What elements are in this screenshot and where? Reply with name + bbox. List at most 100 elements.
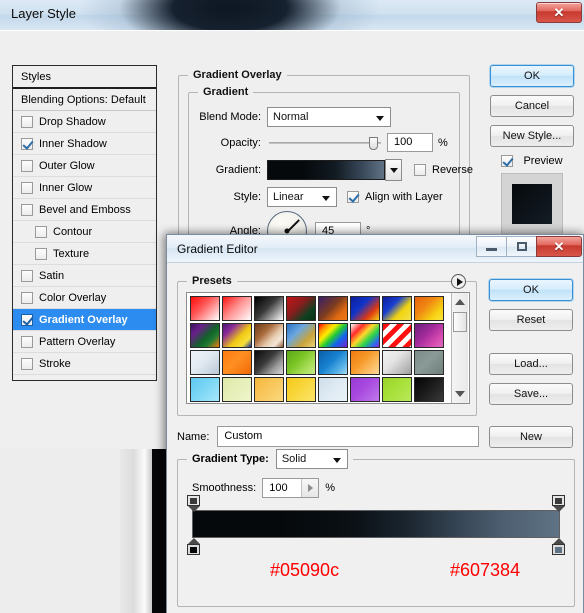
style-row-inner-glow[interactable]: Inner Glow [13, 177, 156, 199]
ok-button[interactable]: OK [490, 65, 574, 87]
preset-swatch[interactable] [318, 377, 348, 402]
style-row-color-overlay[interactable]: Color Overlay [13, 287, 156, 309]
style-select[interactable]: Linear [267, 187, 337, 207]
style-checkbox[interactable] [21, 181, 33, 194]
layer-style-close-button[interactable]: ✕ [536, 2, 582, 23]
preset-swatch[interactable] [222, 323, 252, 348]
gradient-editor-close-button[interactable]: ✕ [536, 236, 582, 257]
style-row-label: Inner Shadow [39, 137, 107, 150]
preset-swatch[interactable] [318, 323, 348, 348]
style-row-stroke[interactable]: Stroke [13, 353, 156, 375]
gradient-editor-load-button[interactable]: Load... [489, 353, 573, 375]
minimize-button[interactable] [476, 236, 506, 257]
scroll-up-icon[interactable] [452, 295, 468, 309]
preset-swatch[interactable] [222, 377, 252, 402]
gradient-bar[interactable] [187, 495, 565, 555]
style-row-outer-glow[interactable]: Outer Glow [13, 155, 156, 177]
style-checkbox[interactable] [21, 203, 33, 216]
style-row-bevel-and-emboss[interactable]: Bevel and Emboss [13, 199, 156, 221]
gradient-editor-titlebar[interactable]: Gradient Editor ✕ [167, 235, 583, 263]
opacity-stop-right[interactable] [552, 495, 565, 512]
preset-swatch[interactable] [254, 350, 284, 375]
gradient-picker-button[interactable] [385, 159, 402, 181]
blend-mode-select[interactable]: Normal [267, 107, 391, 127]
smoothness-value[interactable]: 100 [263, 482, 301, 494]
blending-options-row[interactable]: Blending Options: Default [13, 89, 156, 111]
preview-checkbox[interactable] [501, 155, 514, 167]
opacity-input[interactable]: 100 [387, 133, 433, 152]
preset-swatch[interactable] [286, 350, 316, 375]
opacity-slider[interactable] [269, 136, 381, 150]
presets-scrollbar[interactable] [451, 293, 468, 403]
preset-swatch[interactable] [414, 377, 444, 402]
style-checkbox[interactable] [21, 313, 33, 326]
style-checkbox[interactable] [21, 137, 33, 150]
scroll-down-icon[interactable] [452, 387, 468, 401]
style-checkbox[interactable] [21, 291, 33, 304]
style-row-texture[interactable]: Texture [13, 243, 156, 265]
gradient-editor-reset-button[interactable]: Reset [489, 309, 573, 331]
preset-swatch[interactable] [382, 350, 412, 375]
style-checkbox[interactable] [21, 335, 33, 348]
presets-list[interactable] [186, 292, 470, 404]
opacity-slider-thumb[interactable] [369, 136, 378, 150]
preset-swatch[interactable] [350, 296, 380, 321]
preset-swatch[interactable] [414, 296, 444, 321]
gradient-editor-ok-button[interactable]: OK [489, 279, 573, 301]
preset-swatch[interactable] [286, 377, 316, 402]
style-row-contour[interactable]: Contour [13, 221, 156, 243]
preset-swatch[interactable] [254, 296, 284, 321]
preset-swatch[interactable] [382, 377, 412, 402]
style-row-label: Pattern Overlay [39, 335, 116, 348]
preset-swatch[interactable] [350, 323, 380, 348]
preset-swatch[interactable] [350, 350, 380, 375]
style-checkbox[interactable] [21, 269, 33, 282]
cancel-button[interactable]: Cancel [490, 95, 574, 117]
style-row-inner-shadow[interactable]: Inner Shadow [13, 133, 156, 155]
style-checkbox[interactable] [21, 357, 33, 370]
preset-swatch[interactable] [286, 296, 316, 321]
style-checkbox[interactable] [35, 225, 47, 238]
preset-swatch[interactable] [190, 323, 220, 348]
preset-swatch[interactable] [254, 323, 284, 348]
preset-swatch[interactable] [414, 323, 444, 348]
style-row-drop-shadow[interactable]: Drop Shadow [13, 111, 156, 133]
gradient-editor-save-button[interactable]: Save... [489, 383, 573, 405]
presets-menu-icon[interactable] [451, 274, 466, 289]
new-style-button[interactable]: New Style... [490, 125, 574, 147]
preset-swatch[interactable] [190, 377, 220, 402]
preset-swatch[interactable] [254, 377, 284, 402]
smoothness-spinbox[interactable]: 100 [262, 478, 320, 498]
align-with-layer-checkbox[interactable] [347, 191, 359, 203]
style-row-pattern-overlay[interactable]: Pattern Overlay [13, 331, 156, 353]
opacity-stop-left[interactable] [187, 495, 200, 512]
preset-swatch[interactable] [350, 377, 380, 402]
color-stop-left[interactable] [187, 538, 200, 555]
preset-swatch[interactable] [190, 296, 220, 321]
preset-swatch[interactable] [222, 296, 252, 321]
preset-swatch[interactable] [222, 350, 252, 375]
color-stop-right[interactable] [552, 538, 565, 555]
scrollbar-thumb[interactable] [453, 312, 467, 332]
preset-swatch[interactable] [382, 323, 412, 348]
preset-swatch[interactable] [318, 296, 348, 321]
style-row-satin[interactable]: Satin [13, 265, 156, 287]
reverse-checkbox[interactable] [414, 164, 426, 176]
gradient-type-select[interactable]: Solid [275, 449, 348, 469]
layer-style-titlebar[interactable]: Layer Style ✕ [0, 0, 584, 30]
new-preset-button[interactable]: New [489, 426, 573, 448]
preset-swatch[interactable] [318, 350, 348, 375]
style-row-gradient-overlay[interactable]: Gradient Overlay [13, 309, 156, 331]
style-checkbox[interactable] [35, 247, 47, 260]
name-input[interactable]: Custom [217, 426, 480, 447]
preset-swatch[interactable] [382, 296, 412, 321]
smoothness-spin-button[interactable] [301, 479, 319, 497]
style-checkbox[interactable] [21, 159, 33, 172]
maximize-button[interactable] [506, 236, 536, 257]
style-checkbox[interactable] [21, 115, 33, 128]
gradient-preview-swatch[interactable] [267, 160, 385, 180]
preview-label: Preview [523, 155, 563, 167]
preset-swatch[interactable] [190, 350, 220, 375]
preset-swatch[interactable] [286, 323, 316, 348]
preset-swatch[interactable] [414, 350, 444, 375]
